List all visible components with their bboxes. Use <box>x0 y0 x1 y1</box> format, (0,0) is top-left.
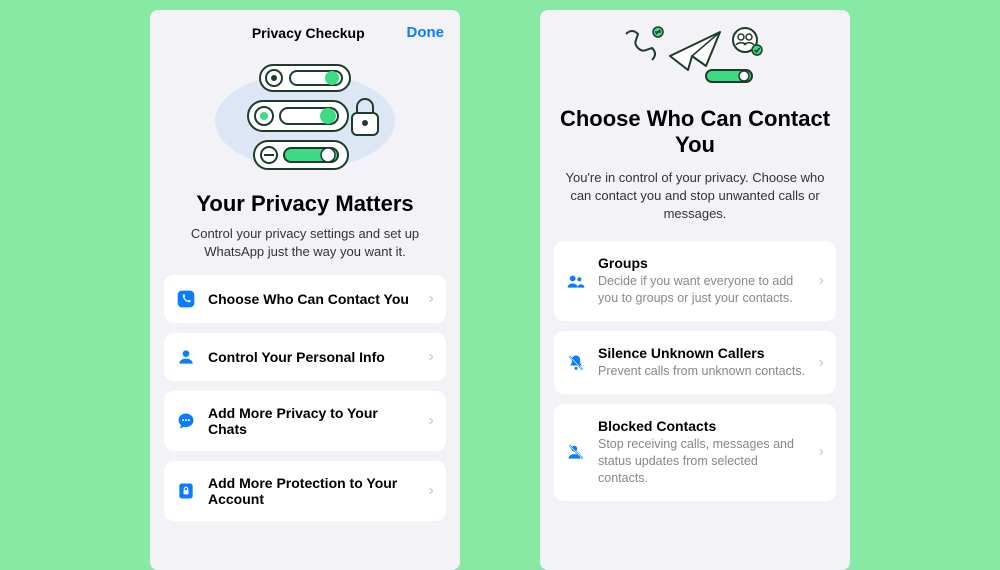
blocked-person-icon <box>566 442 586 462</box>
option-title: Add More Privacy to Your Chats <box>208 405 417 437</box>
nav-title: Privacy Checkup <box>252 25 365 41</box>
option-personal-info[interactable]: Control Your Personal Info › <box>164 333 446 381</box>
done-button[interactable]: Done <box>407 24 445 41</box>
hero-subtitle: You're in control of your privacy. Choos… <box>554 169 836 224</box>
lock-icon <box>176 481 196 501</box>
option-title: Choose Who Can Contact You <box>208 291 417 307</box>
chevron-right-icon: › <box>429 482 434 500</box>
option-title: Silence Unknown Callers <box>598 345 807 361</box>
option-contact[interactable]: Choose Who Can Contact You › <box>164 275 446 323</box>
chevron-right-icon: › <box>819 354 824 372</box>
groups-icon <box>566 271 586 291</box>
option-desc: Decide if you want everyone to add you t… <box>598 273 807 307</box>
contact-illustration <box>554 26 836 88</box>
chat-icon <box>176 411 196 431</box>
person-icon <box>176 347 196 367</box>
chevron-right-icon: › <box>429 348 434 366</box>
navbar: Privacy Checkup Done <box>164 20 446 51</box>
privacy-checkup-screen: Privacy Checkup Done <box>150 10 460 570</box>
option-silence-unknown[interactable]: Silence Unknown Callers Prevent calls fr… <box>554 331 836 394</box>
chevron-right-icon: › <box>819 272 824 290</box>
option-chat-privacy[interactable]: Add More Privacy to Your Chats › <box>164 391 446 451</box>
hero: Your Privacy Matters Control your privac… <box>164 51 446 261</box>
chevron-right-icon: › <box>429 290 434 308</box>
chevron-right-icon: › <box>819 443 824 461</box>
option-desc: Stop receiving calls, messages and statu… <box>598 436 807 487</box>
phone-icon <box>176 289 196 309</box>
option-title: Blocked Contacts <box>598 418 807 434</box>
option-title: Control Your Personal Info <box>208 349 417 365</box>
hero-subtitle: Control your privacy settings and set up… <box>164 225 446 261</box>
option-desc: Prevent calls from unknown contacts. <box>598 363 807 380</box>
options-list: Choose Who Can Contact You › Control You… <box>164 275 446 521</box>
bell-off-icon <box>566 353 586 373</box>
option-title: Add More Protection to Your Account <box>208 475 417 507</box>
chevron-right-icon: › <box>429 412 434 430</box>
hero-title: Your Privacy Matters <box>164 191 446 217</box>
option-title: Groups <box>598 255 807 271</box>
options-list: Groups Decide if you want everyone to ad… <box>554 241 836 500</box>
hero-title: Choose Who Can Contact You <box>554 106 836 159</box>
contact-control-screen: Choose Who Can Contact You You're in con… <box>540 10 850 570</box>
privacy-toggles-illustration <box>164 51 446 181</box>
option-account-protection[interactable]: Add More Protection to Your Account › <box>164 461 446 521</box>
option-groups[interactable]: Groups Decide if you want everyone to ad… <box>554 241 836 321</box>
option-blocked-contacts[interactable]: Blocked Contacts Stop receiving calls, m… <box>554 404 836 501</box>
